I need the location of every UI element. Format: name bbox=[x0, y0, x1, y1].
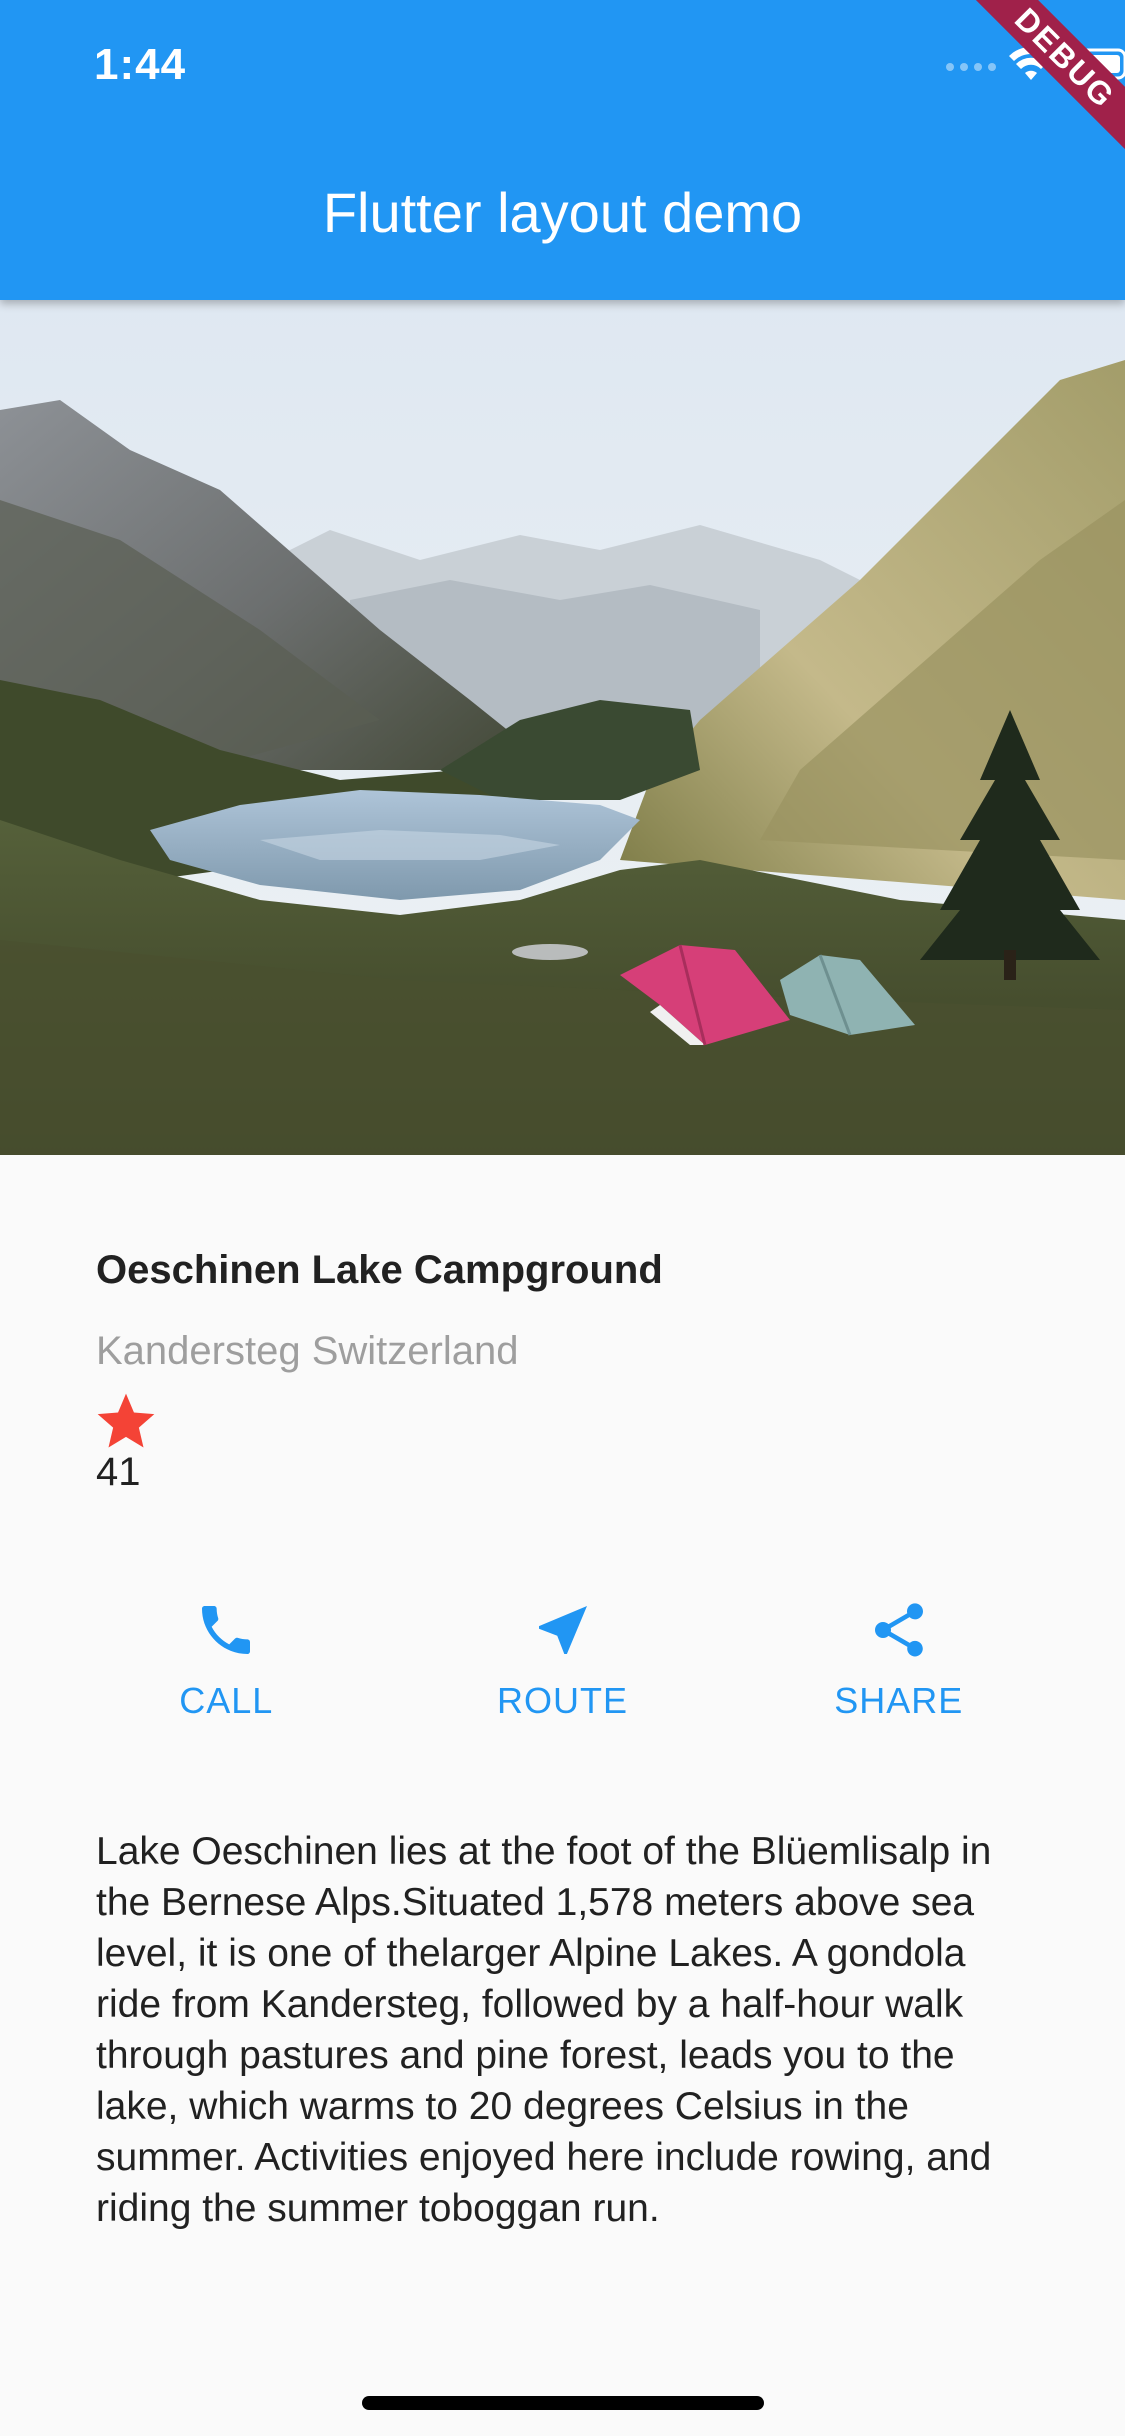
share-button[interactable]: SHARE bbox=[789, 1598, 1009, 1738]
call-button[interactable]: CALL bbox=[116, 1598, 336, 1738]
app-screen: 1:44 Flutter layout demo DEBUG Oeschinen… bbox=[0, 0, 1125, 2436]
share-button-label: SHARE bbox=[834, 1680, 964, 1721]
lake-landscape-image bbox=[0, 300, 1125, 1155]
rating-count: 41 bbox=[96, 1450, 141, 1494]
phone-icon bbox=[202, 1606, 251, 1654]
place-name: Oeschinen Lake Campground bbox=[96, 1248, 663, 1292]
title-section: Oeschinen Lake Campground Kandersteg Swi… bbox=[96, 1248, 1036, 1495]
description-text: Lake Oeschinen lies at the foot of the B… bbox=[96, 1830, 992, 2230]
call-button-label: CALL bbox=[179, 1680, 274, 1721]
debug-label: DEBUG bbox=[936, 0, 1125, 187]
share-icon bbox=[874, 1603, 923, 1657]
navigation-icon bbox=[538, 1606, 587, 1654]
home-indicator[interactable] bbox=[362, 2396, 764, 2410]
route-button[interactable]: ROUTE bbox=[453, 1598, 673, 1738]
debug-banner: DEBUG bbox=[925, 0, 1125, 200]
action-button-row: CALL ROUTE SHARE bbox=[0, 1598, 1125, 1738]
status-time: 1:44 bbox=[94, 40, 187, 89]
star-icon[interactable] bbox=[92, 1388, 160, 1456]
place-location: Kandersteg Switzerland bbox=[96, 1329, 519, 1373]
hero-image bbox=[0, 300, 1125, 1155]
route-button-label: ROUTE bbox=[497, 1680, 628, 1721]
